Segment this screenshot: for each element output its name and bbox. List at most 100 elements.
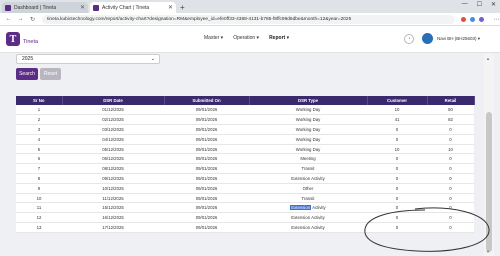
tab-title: Dashboard | Tineta	[14, 4, 57, 11]
table-cell: 0	[427, 163, 474, 175]
extension-icon[interactable]	[470, 16, 475, 22]
top-navigation: Master ▾ Operation ▾ Report ▾	[204, 35, 289, 41]
app-header: T Tineta Master ▾ Operation ▾ Report ▾ ◔…	[0, 26, 500, 53]
page-scrollbar[interactable]: ▲ ▼	[484, 54, 494, 256]
table-cell: Working Day	[249, 124, 367, 135]
table-cell: 7	[16, 163, 62, 175]
reset-button[interactable]: Reset	[40, 68, 61, 80]
table-cell: 09/01/2026	[164, 153, 249, 165]
forward-icon[interactable]: →	[17, 16, 24, 22]
search-button[interactable]: Search	[16, 68, 38, 80]
table-cell: 09/01/2026	[164, 183, 249, 194]
table-cell: 0	[427, 212, 474, 224]
table-row: 6 06/12/2025 09/01/2026 Meeting 0 0	[16, 153, 474, 165]
chevron-down-icon: ⌄	[150, 56, 155, 62]
table-cell: Working Day	[249, 144, 367, 155]
table-cell: 09/01/2026	[164, 124, 249, 135]
table-cell: 09/01/2026	[164, 173, 249, 184]
scroll-down-icon[interactable]: ▼	[486, 249, 490, 254]
nav-operation[interactable]: Operation ▾	[233, 35, 259, 41]
tineta-favicon-icon	[93, 4, 99, 11]
table-cell: Transit	[249, 193, 367, 204]
table-row: 4 04/12/2025 09/01/2026 Working Day 0 0	[16, 134, 474, 145]
table-cell: 10/12/2025	[62, 183, 164, 194]
table-cell: Extension Activity	[249, 212, 367, 224]
table-header-row: Sr No DSR Date Submitted On DSR Type Cus…	[16, 96, 475, 105]
table-cell: 09/01/2026	[164, 105, 249, 116]
browser-tab-activity-chart[interactable]: Activity Chart | Tineta ✕	[90, 2, 176, 13]
table-cell: 15/12/2025	[62, 202, 164, 214]
table-cell: 9	[16, 183, 62, 194]
back-icon[interactable]: ←	[5, 16, 12, 22]
table-cell: 3	[16, 124, 62, 135]
browser-tab-strip: Dashboard | Tineta ✕ Activity Chart | Ti…	[0, 0, 500, 13]
column-header[interactable]: Retail	[427, 96, 475, 105]
table-cell: 09/01/2026	[164, 212, 249, 224]
table-cell: 12	[16, 212, 62, 224]
table-cell: 41	[367, 114, 427, 126]
table-cell: Working Day	[249, 114, 367, 126]
table-cell: 0	[367, 124, 427, 135]
table-cell: 0	[367, 212, 427, 224]
reload-icon[interactable]: ↻	[29, 16, 36, 23]
table-row: 13 17/12/2025 09/01/2026 Extension Activity…	[16, 222, 474, 233]
table-cell: Extension Activity	[249, 222, 367, 233]
table-cell: 0	[367, 153, 427, 165]
table-cell: Transit	[249, 163, 367, 175]
table-cell: 1	[16, 105, 62, 116]
avatar[interactable]	[422, 33, 433, 44]
table-cell: 50	[427, 105, 474, 116]
extension-icon[interactable]	[461, 16, 466, 22]
column-header[interactable]: Sr No	[16, 96, 63, 105]
table-cell: 04/12/2025	[62, 134, 164, 145]
table-cell: 10	[367, 144, 427, 155]
table-cell: 13	[16, 222, 62, 233]
activity-table: Sr No DSR Date Submitted On DSR Type Cus…	[16, 96, 475, 233]
profile-icon[interactable]	[479, 16, 484, 22]
notification-bell-icon[interactable]: ◔	[404, 34, 414, 44]
year-select[interactable]: 2025 ⌄	[16, 54, 160, 64]
table-row: 5 05/12/2025 09/01/2026 Working Day 10 10	[16, 144, 474, 155]
nav-master[interactable]: Master ▾	[204, 35, 223, 41]
minimize-icon[interactable]: —	[462, 1, 468, 8]
table-cell: 0	[367, 193, 427, 204]
tineta-favicon-icon	[5, 4, 11, 11]
user-menu[interactable]: Navi BH (BH25603) ▾	[437, 36, 480, 42]
table-row: 11 15/12/2025 09/01/2026 Extension Activity…	[16, 202, 474, 214]
tab-title: Activity Chart | Tineta	[102, 4, 150, 11]
scrollbar-thumb[interactable]	[486, 112, 492, 252]
close-tab-icon[interactable]: ✕	[168, 4, 173, 11]
table-cell: 0	[427, 153, 474, 165]
table-cell: 09/01/2026	[164, 163, 249, 175]
table-row: 2 02/12/2025 09/01/2026 Working Day 41 82	[16, 114, 474, 126]
close-tab-icon[interactable]: ✕	[80, 4, 85, 11]
table-cell: 11/12/2025	[62, 193, 164, 204]
close-window-icon[interactable]: ✕	[491, 1, 496, 8]
nav-report[interactable]: Report ▾	[269, 35, 289, 41]
table-cell: 0	[367, 134, 427, 145]
table-cell: 0	[427, 202, 474, 214]
browser-tab-dashboard[interactable]: Dashboard | Tineta ✕	[2, 2, 88, 13]
table-row: 8 09/12/2025 09/01/2026 Extension Activity 0…	[16, 173, 474, 184]
column-header[interactable]: Submitted On	[164, 96, 250, 105]
table-row: 7 08/12/2025 09/01/2026 Transit 0 0	[16, 163, 474, 175]
app-logo[interactable]: T Tineta	[6, 32, 38, 46]
scroll-up-icon[interactable]: ▲	[486, 56, 490, 61]
table-cell: 09/12/2025	[62, 173, 164, 184]
column-header[interactable]: DSR Date	[62, 96, 165, 105]
url-field[interactable]: tineta.kubictechnology.com/report/activi…	[42, 14, 455, 24]
new-tab-button[interactable]: +	[180, 2, 185, 13]
table-cell: 0	[367, 222, 427, 233]
table-cell: 09/01/2026	[164, 134, 249, 145]
table-cell: 0	[427, 183, 474, 194]
column-header[interactable]: DSR Type	[249, 96, 368, 105]
maximize-icon[interactable]: ☐	[477, 1, 482, 8]
table-cell: 17/12/2025	[62, 222, 164, 233]
table-cell: Meeting	[249, 153, 367, 165]
table-cell: 8	[16, 173, 62, 184]
column-header[interactable]: Customer	[367, 96, 428, 105]
browser-menu-icon[interactable]: ⋯	[493, 16, 500, 23]
table-cell: 11	[16, 202, 62, 214]
table-cell: 6	[16, 153, 62, 165]
table-cell: Working Day	[249, 105, 367, 116]
